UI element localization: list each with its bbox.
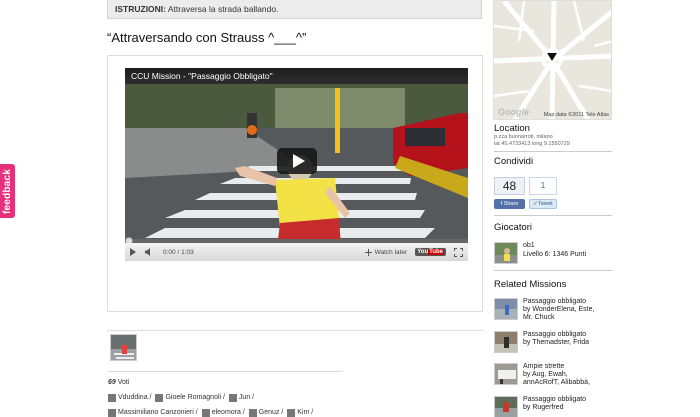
control-play-button[interactable] xyxy=(125,243,141,261)
divider xyxy=(107,330,483,331)
votes-count: 69 Voti xyxy=(108,379,129,386)
facebook-share-button[interactable]: f Share xyxy=(494,199,525,209)
voter-name: Massimiliano Canzonieri / xyxy=(118,409,198,416)
mission-authors: by Rugerfred xyxy=(523,404,564,411)
map-marker-icon xyxy=(547,53,557,61)
youtube-logo-tube: Tube xyxy=(428,249,444,255)
related-mission-item[interactable]: Passaggio obbligato by WonderElena, Este… xyxy=(494,298,613,322)
instructions-label: ISTRUZIONI: xyxy=(115,4,166,14)
players-heading: Giocatori xyxy=(494,222,533,233)
divider xyxy=(494,151,612,152)
voter[interactable]: Vduddina / xyxy=(108,392,151,404)
voter[interactable]: Massimiliano Canzonieri / xyxy=(108,407,198,417)
watch-later-label: Watch later xyxy=(374,248,408,256)
mission-title: “Attraversando con Strauss ^___^” xyxy=(107,30,307,45)
voter[interactable]: Genuz / xyxy=(248,407,284,417)
voter[interactable]: Jun / xyxy=(228,392,255,404)
share-heading: Condividi xyxy=(494,156,534,167)
avatar xyxy=(228,394,237,402)
feedback-tab[interactable]: feedback xyxy=(0,164,15,218)
player-name[interactable]: ob1 xyxy=(523,242,586,251)
mission-title-link[interactable]: Ampie strette xyxy=(523,363,613,371)
tweet-count: 1 xyxy=(529,177,557,195)
mission-authors-more: Mr. Chuck xyxy=(523,314,555,321)
avatar xyxy=(287,409,296,417)
volume-button[interactable] xyxy=(141,243,157,261)
coords-line: lat 45.4733413 long 9.1550729 xyxy=(494,141,570,147)
tweet-label: Tweet xyxy=(537,201,553,207)
divider xyxy=(107,371,343,372)
youtube-logo-you: You xyxy=(417,249,429,255)
related-mission-item[interactable]: Ampie strette by Aug, Ewah, annAcRofT, A… xyxy=(494,363,613,387)
votes-number: 69 xyxy=(108,379,116,386)
share-label: Share xyxy=(503,201,519,207)
mission-thumbnail[interactable] xyxy=(110,334,137,361)
votes-label: Voti xyxy=(117,379,130,386)
mission-thumbnail xyxy=(494,396,518,417)
mission-title-link[interactable]: Passaggio obbligato xyxy=(523,298,613,306)
voter-name: Gioele Romagnoli / xyxy=(165,394,225,401)
player-level: Livello 6: 1346 Punti xyxy=(523,250,587,258)
mission-authors: by WonderElena, Este, xyxy=(523,306,595,313)
video-title: CCU Mission - "Passaggio Obbligato" xyxy=(125,68,468,84)
divider xyxy=(494,270,612,271)
speaker-icon xyxy=(144,248,150,256)
thumbnail-image xyxy=(111,335,136,360)
mission-authors-more: annAcRofT, Alibabbà, xyxy=(523,379,590,386)
voter-name: Kim / xyxy=(297,409,314,416)
voters-list: Vduddina / Gioele Romagnoli / Jun / Mass… xyxy=(108,392,348,417)
plus-icon xyxy=(364,248,372,256)
player-item[interactable]: ob1 Livello 6: 1346 Punti xyxy=(494,242,586,264)
avatar xyxy=(108,394,116,402)
mission-authors: by Themadster, Frida xyxy=(523,339,590,346)
voter[interactable]: eleomora / xyxy=(201,407,245,417)
time-display: 0:00 / 1:03 xyxy=(163,248,194,256)
voter-name: Genuz / xyxy=(258,409,284,416)
youtube-logo[interactable]: YouTube xyxy=(415,248,446,256)
voter-name: Jun / xyxy=(238,394,255,401)
play-button[interactable] xyxy=(277,148,317,174)
mission-title-link[interactable]: Passaggio obbligato xyxy=(523,396,613,404)
mission-authors: by Aug, Ewah, xyxy=(523,371,568,378)
related-missions-heading: Related Missions xyxy=(494,279,567,290)
related-mission-item[interactable]: Passaggio obbligato by Rugerfred xyxy=(494,396,613,417)
address-line: p.zza buonarroti, milano xyxy=(494,134,553,140)
play-icon xyxy=(292,154,305,168)
voter[interactable]: Gioele Romagnoli / xyxy=(155,392,225,404)
avatar xyxy=(248,409,257,417)
mission-title-link[interactable]: Passaggio obbligato xyxy=(523,331,613,339)
play-icon xyxy=(130,248,136,256)
facebook-share-count: 48 xyxy=(494,177,525,195)
feedback-label: feedback xyxy=(2,168,13,214)
instructions-text: Attraversa la strada ballando. xyxy=(167,4,279,14)
map-logo: Google xyxy=(498,107,529,117)
divider xyxy=(494,215,612,216)
avatar xyxy=(201,409,210,417)
voter-name: Vduddina / xyxy=(118,394,152,401)
location-map[interactable]: Google Map data ©2011 Tele Atlas xyxy=(493,0,612,120)
avatar xyxy=(155,394,164,402)
fullscreen-icon xyxy=(453,247,463,257)
mission-thumbnail xyxy=(494,363,518,385)
player-controls: 0:00 / 1:03 Watch later YouTube xyxy=(125,243,468,261)
mission-thumbnail xyxy=(494,298,518,320)
location-address: p.zza buonarroti, milano lat 45.4733413 … xyxy=(494,134,594,148)
avatar xyxy=(108,409,116,417)
location-heading: Location xyxy=(494,123,530,134)
player-avatar xyxy=(494,242,518,264)
mission-thumbnail xyxy=(494,331,518,353)
voter[interactable]: Kim / xyxy=(287,407,313,417)
related-mission-item[interactable]: Passaggio obbligato by Themadster, Frida xyxy=(494,331,613,353)
map-credit: Map data ©2011 Tele Atlas xyxy=(543,112,609,118)
fullscreen-button[interactable] xyxy=(452,243,464,261)
watch-later-button[interactable]: Watch later xyxy=(364,248,408,256)
video-player[interactable]: CCU Mission - "Passaggio Obbligato" 0:00… xyxy=(125,68,468,261)
video-frame: CCU Mission - "Passaggio Obbligato" 0:00… xyxy=(107,55,483,312)
instructions-bar: ISTRUZIONI: Attraversa la strada balland… xyxy=(107,0,482,19)
tweet-button[interactable]: ✓Tweet xyxy=(529,199,557,209)
voter-name: eleomora / xyxy=(211,409,245,416)
